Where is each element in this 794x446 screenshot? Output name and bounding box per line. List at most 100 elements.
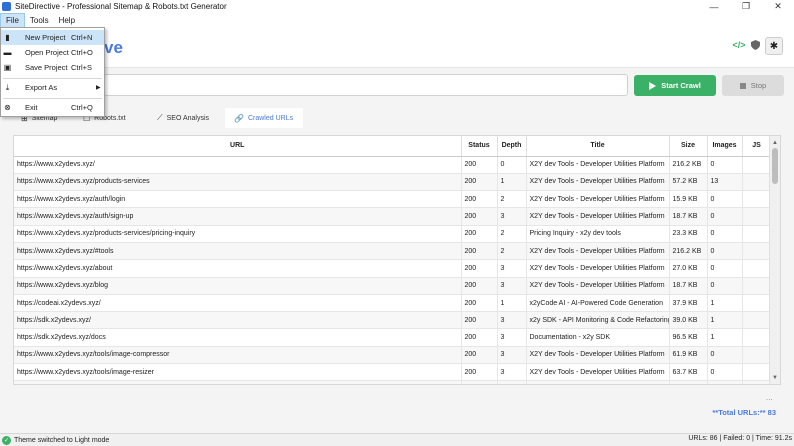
cell-url: https://www.x2ydevs.xyz/products-service… xyxy=(14,225,462,243)
scroll-down-icon[interactable]: ▼ xyxy=(770,373,780,382)
table-row[interactable]: https://www.x2ydevs.xyz/products-service… xyxy=(14,173,772,192)
cell-depth: 3 xyxy=(497,328,527,347)
menu-item-open-project[interactable]: ▬ Open Project Ctrl+O xyxy=(1,45,104,60)
cell-size: 37.9 KB xyxy=(669,294,708,313)
menu-item-new-project[interactable]: ▮ New Project Ctrl+N xyxy=(1,30,104,45)
cell-title: X2Y dev Tools - Developer Utilities Plat… xyxy=(526,242,670,261)
column-header-title[interactable]: Title xyxy=(526,136,670,157)
cell-url: https://www.x2ydevs.xyz/auth/sign-up xyxy=(14,207,462,226)
cell-depth: 3 xyxy=(497,207,527,226)
column-header-url[interactable]: URL xyxy=(14,136,462,157)
cell-size: 18.7 KB xyxy=(669,277,708,295)
cell-js xyxy=(742,277,772,295)
cell-js xyxy=(742,190,772,209)
cell-images: 0 xyxy=(707,277,743,295)
cell-size: 39.0 KB xyxy=(669,311,708,330)
url-input[interactable] xyxy=(104,74,628,96)
cell-js xyxy=(742,207,772,226)
menu-item-export-as[interactable]: ⤓ Export As ▶ xyxy=(1,80,104,95)
cell-title: X2Y dev Tools - Developer Utilities Plat… xyxy=(526,277,670,295)
cell-title: X2Y dev Tools - Developer Utilities Plat… xyxy=(526,156,670,174)
cell-title: X2Y dev Tools - Developer Utilities Plat… xyxy=(526,173,670,192)
cell-js xyxy=(742,225,772,243)
cell-title: x2yCode AI - AI-Powered Code Generation xyxy=(526,294,670,313)
maximize-button[interactable]: ❐ xyxy=(730,0,762,13)
tab-label: SEO Analysis xyxy=(166,114,210,122)
column-header-size[interactable]: Size xyxy=(669,136,708,157)
settings-icon: ✱ xyxy=(769,40,779,52)
cell-depth: 3 xyxy=(497,346,527,365)
stop-button[interactable]: Stop xyxy=(722,75,784,96)
settings-button[interactable]: ✱ xyxy=(765,37,783,55)
cell-depth xyxy=(497,380,527,384)
cell-js xyxy=(742,363,772,382)
minimize-button[interactable]: — xyxy=(698,0,730,13)
column-header-status[interactable]: Status xyxy=(461,136,498,157)
table-header-row: URL Status Depth Title Size Images JS xyxy=(14,136,772,157)
cell-title: X2Y dev Tools - Developer Utilities Plat… xyxy=(526,207,670,226)
cell-js xyxy=(742,259,772,278)
table-row[interactable]: https://www.x2ydevs.xyz/#tools 200 2 X2Y de… xyxy=(14,242,772,261)
cell-url: https://sdk.x2ydevs.xyz/ xyxy=(14,311,462,330)
cell-size: 57.2 KB xyxy=(669,173,708,192)
table-row[interactable]: https://www.x2ydevs.xyz/blog 200 3 X2Y dev … xyxy=(14,277,772,295)
cell-images: 0 xyxy=(707,225,743,243)
table-row[interactable]: https://www.x2ydevs.xyz/tools/image-comp… xyxy=(14,346,772,365)
column-header-js[interactable]: JS xyxy=(742,136,772,157)
cell-images: 0 xyxy=(707,156,743,174)
cell-status: 200 xyxy=(461,190,498,209)
table-row[interactable]: https://www.x2ydevs.xyz/auth/login 200 2 X2… xyxy=(14,190,772,209)
scrollbar-thumb[interactable] xyxy=(772,148,778,184)
new-file-icon: ▮ xyxy=(5,33,10,42)
cell-status xyxy=(461,380,498,384)
stop-label: Stop xyxy=(750,81,767,90)
cell-images: 0 xyxy=(707,242,743,261)
chart-icon: ⟋ xyxy=(157,113,163,122)
tab-seo-analysis[interactable]: ⟋ SEO Analysis xyxy=(148,108,218,128)
crawled-urls-table[interactable]: URL Status Depth Title Size Images JS ht… xyxy=(13,135,781,385)
cell-images: 1 xyxy=(707,311,743,330)
code-icon[interactable]: </> xyxy=(732,38,746,52)
start-crawl-button[interactable]: Start Crawl xyxy=(634,75,716,96)
cell-js xyxy=(742,156,772,174)
cell-url: https://www.x2ydevs.xyz/about xyxy=(14,259,462,278)
scroll-up-icon[interactable]: ▲ xyxy=(770,138,780,147)
cell-status: 200 xyxy=(461,259,498,278)
table-scrollbar[interactable]: ▲ ▼ xyxy=(769,136,780,384)
table-row[interactable]: https://sdk.x2ydevs.xyz/200 3 x2y SDK - AP… xyxy=(14,311,772,330)
menu-help[interactable]: Help xyxy=(54,13,80,28)
table-row[interactable]: https://sdk.x2ydevs.xyz/docs 200 3 Document… xyxy=(14,328,772,347)
cell-title: X2Y dev Tools - Developer Utilities Plat… xyxy=(526,363,670,382)
table-row[interactable]: https://www.x2ydevs.xyz/products-service… xyxy=(14,225,772,243)
cell-status: 200 xyxy=(461,173,498,192)
cell-title: Documentation - x2y SDK xyxy=(526,328,670,347)
cell-size: 15.9 KB xyxy=(669,190,708,209)
cell-title: x2y SDK - API Monitoring & Code Refactor… xyxy=(526,311,670,330)
window-title: SiteDirective - Professional Sitemap & R… xyxy=(15,2,227,11)
check-icon: ✓ xyxy=(2,435,11,445)
column-header-images[interactable]: Images xyxy=(707,136,743,157)
cell-depth: 2 xyxy=(497,242,527,261)
table-row[interactable]: https://www.x2ydevs.xyz/auth/sign-up 200 3… xyxy=(14,207,772,226)
menu-tools[interactable]: Tools xyxy=(25,13,54,28)
table-row[interactable]: https://codeai.x2ydevs.xyz/200 1 x2yCode A… xyxy=(14,294,772,313)
cell-js xyxy=(742,173,772,192)
column-header-depth[interactable]: Depth xyxy=(497,136,527,157)
start-crawl-label: Start Crawl xyxy=(661,81,701,90)
table-row[interactable]: https://www.x2ydevs.xyz/200 0 X2Y dev Tool… xyxy=(14,156,772,174)
table-row[interactable] xyxy=(14,380,772,384)
menu-item-exit[interactable]: ⊗ Exit Ctrl+Q xyxy=(1,100,104,115)
close-button[interactable]: ✕ xyxy=(762,0,794,13)
cell-js xyxy=(742,380,772,384)
cell-images xyxy=(707,380,743,384)
menu-item-save-project[interactable]: ▣ Save Project Ctrl+S xyxy=(1,60,104,75)
cell-status: 200 xyxy=(461,294,498,313)
shield-icon[interactable] xyxy=(748,38,762,52)
cell-size: 27.0 KB xyxy=(669,259,708,278)
table-row[interactable]: https://www.x2ydevs.xyz/tools/image-resi… xyxy=(14,363,772,382)
tab-crawled-urls[interactable]: 🔗 Crawled URLs xyxy=(225,108,303,128)
menu-file[interactable]: File xyxy=(0,13,25,28)
table-row[interactable]: https://www.x2ydevs.xyz/about 200 3 X2Y dev… xyxy=(14,259,772,278)
app-icon xyxy=(2,2,11,11)
cell-images: 0 xyxy=(707,259,743,278)
